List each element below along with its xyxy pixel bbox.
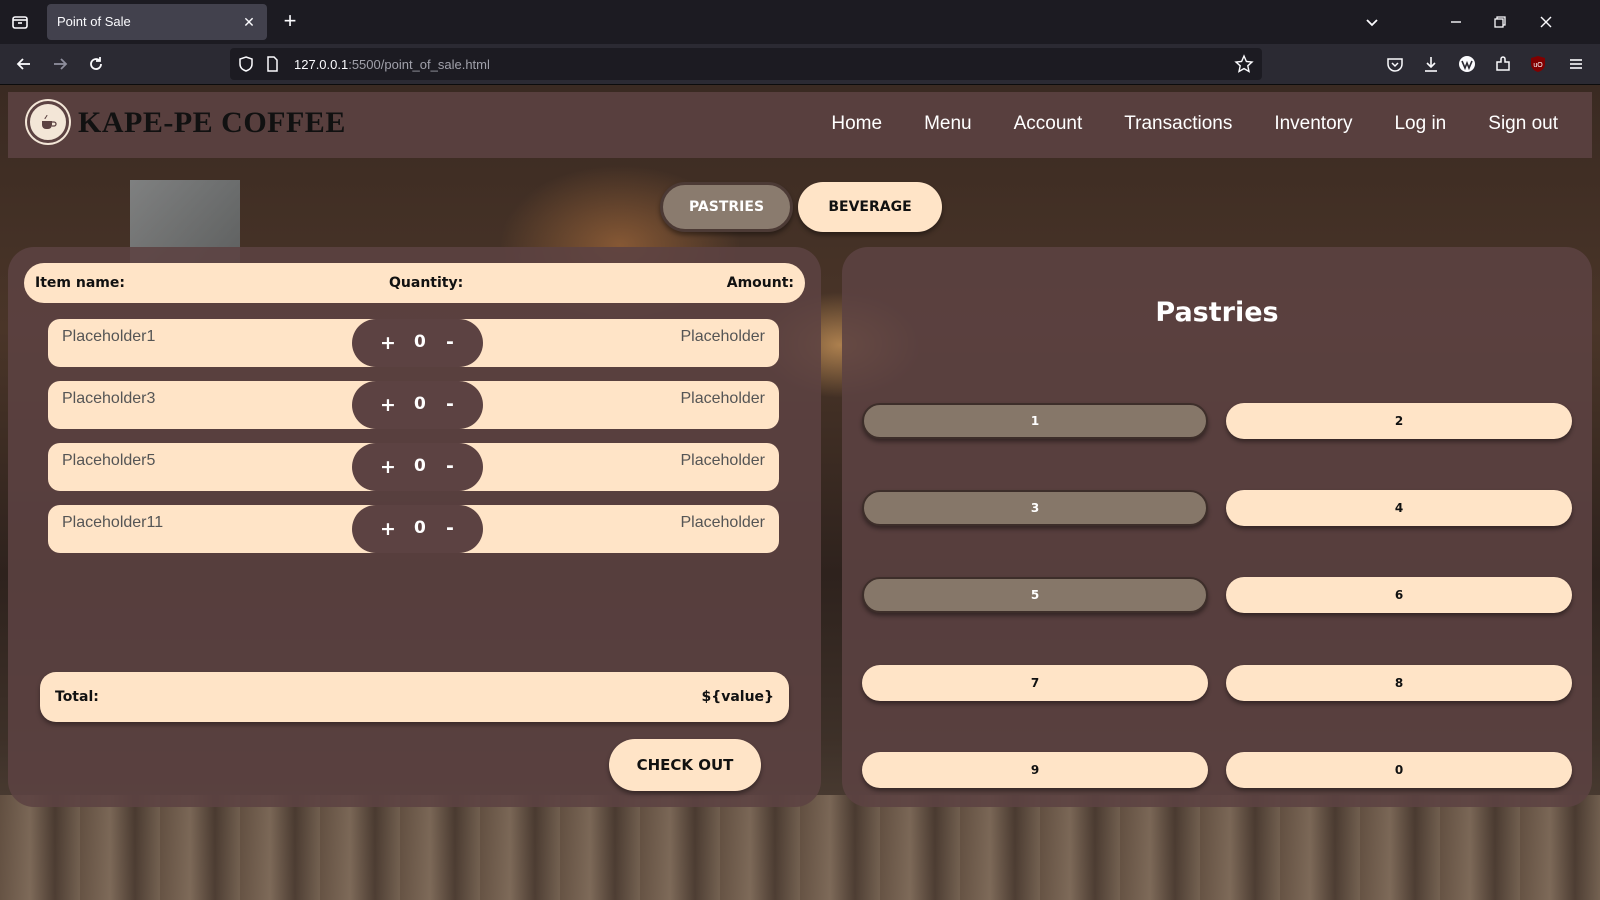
total-bar: Total: ${value}	[40, 672, 789, 722]
site-header: KAPE-PE COFFEE Home Menu Account Transac…	[8, 92, 1592, 158]
product-button-2[interactable]: 2	[1226, 403, 1572, 439]
beverage-category-button[interactable]: BEVERAGE	[798, 182, 942, 232]
nav-inventory[interactable]: Inventory	[1274, 113, 1352, 135]
item-name-header: Item name:	[35, 275, 125, 291]
quantity-value: 0	[414, 332, 426, 352]
wordpress-extension-icon[interactable]	[1457, 54, 1477, 74]
browser-tab[interactable]: Point of Sale ✕	[47, 4, 267, 40]
total-value: ${value}	[701, 689, 774, 705]
order-row: Placeholder3 + 0 - Placeholder	[48, 381, 779, 429]
quantity-header: Quantity:	[389, 275, 464, 291]
product-button-5[interactable]: 5	[862, 577, 1208, 613]
item-name: Placeholder3	[62, 390, 156, 407]
pocket-icon[interactable]	[1385, 54, 1405, 74]
product-button-6[interactable]: 6	[1226, 577, 1572, 613]
decrement-button[interactable]: -	[446, 517, 454, 539]
order-table-header: Item name: Quantity: Amount:	[24, 263, 805, 303]
nav-menu[interactable]: Menu	[924, 113, 972, 135]
ublock-shield-icon[interactable]: uO	[1528, 54, 1548, 74]
quantity-stepper: + 0 -	[352, 319, 483, 367]
product-button-3[interactable]: 3	[862, 490, 1208, 526]
close-tab-icon[interactable]: ✕	[239, 12, 259, 32]
nav-sign-out[interactable]: Sign out	[1488, 113, 1558, 135]
product-button-0[interactable]: 0	[1226, 752, 1572, 788]
coffee-cup-icon	[39, 114, 57, 132]
item-amount: Placeholder	[680, 514, 766, 531]
product-button-7[interactable]: 7	[862, 665, 1208, 701]
hamburger-menu-icon[interactable]	[1566, 54, 1586, 74]
product-panel: Pastries 1 2 3 4 5 6 7 8 9 0	[842, 247, 1592, 807]
new-tab-icon[interactable]: +	[280, 10, 300, 32]
reload-icon[interactable]	[86, 54, 106, 74]
increment-button[interactable]: +	[380, 518, 396, 540]
product-panel-title: Pastries	[1155, 297, 1279, 328]
tab-overflow-chevron-icon[interactable]	[1362, 12, 1382, 32]
increment-button[interactable]: +	[380, 332, 396, 354]
order-row: Placeholder1 + 0 - Placeholder	[48, 319, 779, 367]
quantity-stepper: + 0 -	[352, 381, 483, 429]
coffee-logo[interactable]	[27, 101, 69, 143]
pos-page: KAPE-PE COFFEE Home Menu Account Transac…	[0, 85, 1600, 900]
url-path: :5500/point_of_sale.html	[348, 57, 490, 72]
item-name: Placeholder11	[62, 514, 164, 531]
pastries-category-button[interactable]: PASTRIES	[660, 182, 793, 232]
extensions-puzzle-icon[interactable]	[1493, 54, 1513, 74]
close-window-icon[interactable]	[1536, 12, 1556, 32]
address-bar[interactable]: 127.0.0.1:5500/point_of_sale.html	[230, 48, 1262, 80]
download-icon[interactable]	[1421, 54, 1441, 74]
nav-account[interactable]: Account	[1014, 113, 1083, 135]
shield-icon[interactable]	[236, 54, 256, 74]
back-arrow-icon[interactable]	[14, 54, 34, 74]
brand-name: KAPE-PE COFFEE	[78, 106, 346, 139]
decrement-button[interactable]: -	[446, 393, 454, 415]
nav-transactions[interactable]: Transactions	[1124, 113, 1232, 135]
order-row: Placeholder5 + 0 - Placeholder	[48, 443, 779, 491]
url-text: 127.0.0.1:5500/point_of_sale.html	[294, 57, 490, 72]
minimize-icon[interactable]	[1446, 12, 1466, 32]
quantity-value: 0	[414, 394, 426, 414]
nav-log-in[interactable]: Log in	[1394, 113, 1446, 135]
browser-tab-bar: Point of Sale ✕ +	[0, 0, 1600, 44]
browser-nav-bar: 127.0.0.1:5500/point_of_sale.html uO	[0, 44, 1600, 85]
url-host: 127.0.0.1	[294, 57, 349, 72]
quantity-value: 0	[414, 456, 426, 476]
nav-home[interactable]: Home	[831, 113, 882, 135]
total-label: Total:	[55, 689, 99, 705]
product-button-9[interactable]: 9	[862, 752, 1208, 788]
bookmark-star-icon[interactable]	[1234, 54, 1254, 74]
order-row: Placeholder11 + 0 - Placeholder	[48, 505, 779, 553]
decrement-button[interactable]: -	[446, 455, 454, 477]
decrement-button[interactable]: -	[446, 331, 454, 353]
item-name: Placeholder5	[62, 452, 156, 469]
item-amount: Placeholder	[680, 328, 766, 345]
quantity-stepper: + 0 -	[352, 443, 483, 491]
increment-button[interactable]: +	[380, 394, 396, 416]
check-out-button[interactable]: CHECK OUT	[609, 739, 761, 791]
item-amount: Placeholder	[680, 452, 766, 469]
tab-list-icon[interactable]	[10, 12, 30, 32]
item-amount: Placeholder	[680, 390, 766, 407]
background-jar-shelf	[0, 795, 1600, 900]
amount-header: Amount:	[726, 275, 794, 291]
item-name: Placeholder1	[62, 328, 156, 345]
page-info-icon[interactable]	[262, 54, 282, 74]
product-button-4[interactable]: 4	[1226, 490, 1572, 526]
tab-title: Point of Sale	[57, 14, 131, 29]
product-button-1[interactable]: 1	[862, 403, 1208, 439]
product-button-8[interactable]: 8	[1226, 665, 1572, 701]
main-nav: Home Menu Account Transactions Inventory…	[831, 113, 1558, 135]
restore-icon[interactable]	[1490, 12, 1510, 32]
order-panel: Item name: Quantity: Amount: Placeholder…	[8, 247, 821, 807]
increment-button[interactable]: +	[380, 456, 396, 478]
forward-arrow-icon[interactable]	[50, 54, 70, 74]
quantity-stepper: + 0 -	[352, 505, 483, 553]
quantity-value: 0	[414, 518, 426, 538]
svg-text:uO: uO	[1533, 62, 1543, 69]
